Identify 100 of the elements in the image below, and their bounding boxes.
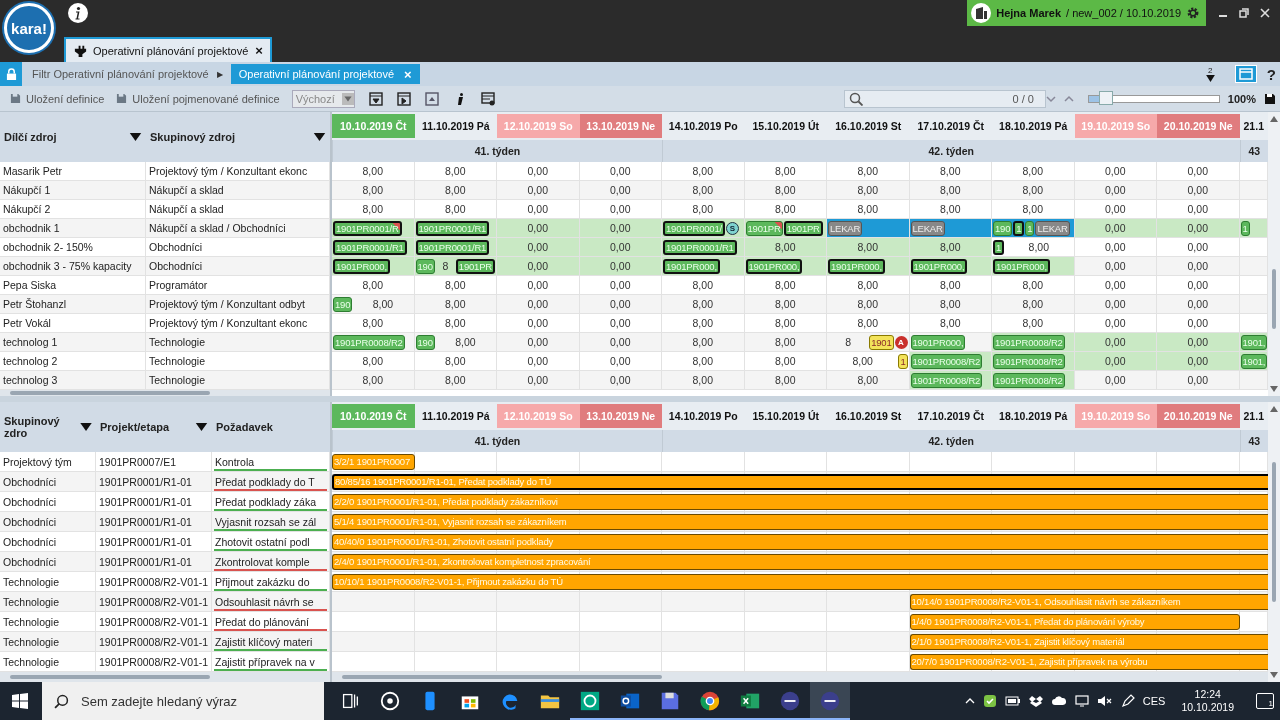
task-chip[interactable]: 190 [333, 296, 353, 312]
column-header[interactable]: Dílčí zdroj [4, 131, 57, 143]
breadcrumb-tab[interactable]: Operativní plánování projektové × [230, 64, 420, 84]
save-button[interactable]: Uložení definice [10, 92, 105, 105]
user-panel[interactable]: Hejna Marek / new_002 / 10.10.2019 [967, 0, 1206, 26]
breadcrumb-link[interactable]: Filtr Operativní plánování projektové [32, 68, 209, 80]
task-chip[interactable]: 190 [415, 334, 435, 350]
task-chip[interactable]: 1 [993, 239, 1005, 255]
task-chip[interactable]: 190 [415, 258, 435, 274]
task-chip[interactable]: 1 [898, 353, 908, 369]
task-bar[interactable]: 10/10/1 1901PR0008/R2-V01-1, Přijmout zakázku do TÚ [332, 573, 1268, 590]
pen-icon[interactable] [1120, 694, 1135, 708]
task-chip[interactable]: 1901PR0001/ [663, 220, 725, 236]
task-bar[interactable]: 80/85/16 1901PR0001/R1-01, Předat podklady do TÚ [332, 473, 1268, 490]
chevron-down-icon[interactable] [1045, 93, 1056, 104]
column-header[interactable]: Skupinový zdroj [150, 131, 235, 143]
scroll-up-icon[interactable] [1270, 406, 1278, 412]
search-input[interactable]: Sem zadejte hledaný výraz [79, 692, 303, 710]
task-chip[interactable]: 1901PR [455, 258, 495, 274]
column-header[interactable]: Skupinový zdro [4, 415, 80, 439]
task-chip[interactable]: 1901PR0008/R2 [333, 334, 405, 350]
expand-icon[interactable] [396, 91, 411, 106]
task-bar[interactable]: 2/2/0 1901PR0001/R1-01, Předat podklady zákazníkovi [332, 493, 1268, 510]
task-chip[interactable]: LEKAR [828, 220, 863, 236]
task-chip[interactable]: 1901PR0001/R1 [333, 239, 407, 255]
task-chip[interactable]: 1901PR0001/R1 [415, 220, 490, 236]
scrollbar-thumb[interactable] [342, 675, 662, 679]
task-chip[interactable]: 1901PR0001/R1 [663, 239, 737, 255]
task-chip[interactable]: 1901PR000, [828, 258, 885, 274]
settings-icon[interactable] [1186, 6, 1200, 20]
info-icon[interactable] [68, 3, 88, 23]
task-chip[interactable]: LEKAR [1035, 220, 1070, 236]
task-chip[interactable]: 1901PR000, [910, 258, 968, 274]
task-chip[interactable]: 1901PR [745, 220, 783, 236]
document-tab[interactable]: Operativní plánování projektové × [64, 37, 272, 62]
column-header[interactable]: Projekt/etapa [100, 421, 170, 433]
battery-icon[interactable] [1004, 696, 1021, 706]
search-icon[interactable] [54, 693, 69, 709]
scroll-down-icon[interactable] [1270, 672, 1278, 678]
layout-button[interactable] [1234, 65, 1257, 83]
task-bar[interactable]: 2/4/0 1901PR0001/R1-01, Zkontrolovat kompletnost zpracování [332, 553, 1268, 570]
cloud-icon[interactable] [1050, 696, 1067, 706]
task-chip[interactable]: 1901PR000, [993, 258, 1050, 274]
sort-icon[interactable] [79, 423, 92, 431]
task-chip[interactable]: 1901PR0001/R [333, 220, 402, 236]
task-chip[interactable]: 1901PR [783, 220, 823, 236]
task-chip[interactable]: 1 [1013, 220, 1025, 236]
monitor-icon[interactable] [1074, 695, 1089, 707]
collapse-icon[interactable] [368, 91, 383, 106]
task-chip[interactable]: 1 [1025, 220, 1035, 236]
speaker-muted-icon[interactable] [1096, 695, 1113, 707]
task-chip[interactable]: 1901PR0008/R2 [910, 372, 983, 388]
task-chip[interactable]: 1901PR0008/R2 [993, 372, 1065, 388]
save-named-button[interactable]: Uložení pojmenované definice [116, 92, 280, 105]
help-button[interactable]: ? [1266, 65, 1276, 83]
sort-icon[interactable] [313, 133, 326, 141]
task-chip[interactable]: 1901 [869, 334, 894, 350]
app-logo[interactable]: kara! [4, 3, 54, 53]
scrollbar-thumb[interactable] [10, 675, 210, 679]
floppy-icon[interactable] [1264, 92, 1276, 105]
notification-button[interactable]: 1 [1256, 693, 1274, 709]
lock-button[interactable] [0, 62, 22, 86]
scrollbar-thumb[interactable] [10, 391, 210, 395]
task-chip[interactable]: 1901PR0008/R2 [910, 353, 983, 369]
upload-icon[interactable] [424, 91, 439, 106]
close-button[interactable]: × [255, 43, 263, 58]
clock-date[interactable]: 10.10.2019 [1181, 701, 1234, 714]
clock-time[interactable]: 12:24 [1194, 688, 1221, 701]
task-bar[interactable]: 2/1/0 1901PR0008/R2-V01-1, Zajistit klíčový materiál [909, 633, 1268, 650]
scroll-down-icon[interactable] [1270, 386, 1278, 392]
task-chip[interactable]: 1901PR000, [663, 258, 720, 274]
chevron-up-icon[interactable] [964, 696, 975, 706]
language-indicator[interactable]: CES [1142, 695, 1166, 707]
search-field[interactable] [844, 89, 1047, 108]
task-chip[interactable]: 1901PR000, [333, 258, 390, 274]
sort-icon[interactable] [129, 133, 142, 141]
task-chip[interactable]: 1901PR000, [745, 258, 803, 274]
task-bar[interactable]: 1/4/0 1901PR0008/R2-V01-1, Předat do plánování výroby [909, 613, 1240, 630]
zoom-slider[interactable] [1087, 94, 1220, 103]
close-button[interactable]: × [404, 66, 412, 82]
column-header[interactable]: Požadavek [216, 421, 273, 433]
task-chip[interactable]: LEKAR [910, 220, 945, 236]
task-bar[interactable]: 5/1/4 1901PR0001/R1-01, Vyjasnit rozsah se zákazníkem [332, 513, 1268, 530]
restore-icon[interactable] [1239, 8, 1249, 18]
task-bar[interactable]: 3/2/1 1901PR0007 [332, 453, 415, 470]
scrollbar[interactable] [1268, 112, 1280, 396]
task-chip[interactable]: 1 [1240, 220, 1250, 236]
app-icon[interactable] [810, 682, 850, 720]
task-chip[interactable]: 190 [993, 220, 1013, 236]
shield-icon[interactable] [982, 694, 997, 708]
taskbar-search-box[interactable]: Sem zadejte hledaný výraz [42, 682, 324, 720]
windows-start-icon[interactable] [12, 693, 28, 709]
task-chip[interactable]: 1901PR0008/R2 [993, 353, 1065, 369]
task-chip[interactable]: 1901, [1240, 353, 1268, 369]
task-chip[interactable]: 1901PR000, [910, 334, 966, 350]
close-icon[interactable] [1260, 8, 1270, 18]
sort-icon[interactable] [195, 423, 208, 431]
task-chip[interactable]: 1901, [1240, 334, 1268, 350]
task-bar[interactable]: 40/40/0 1901PR0001/R1-01, Zhotovit ostatní podklady [332, 533, 1268, 550]
table-settings-icon[interactable] [480, 91, 495, 106]
